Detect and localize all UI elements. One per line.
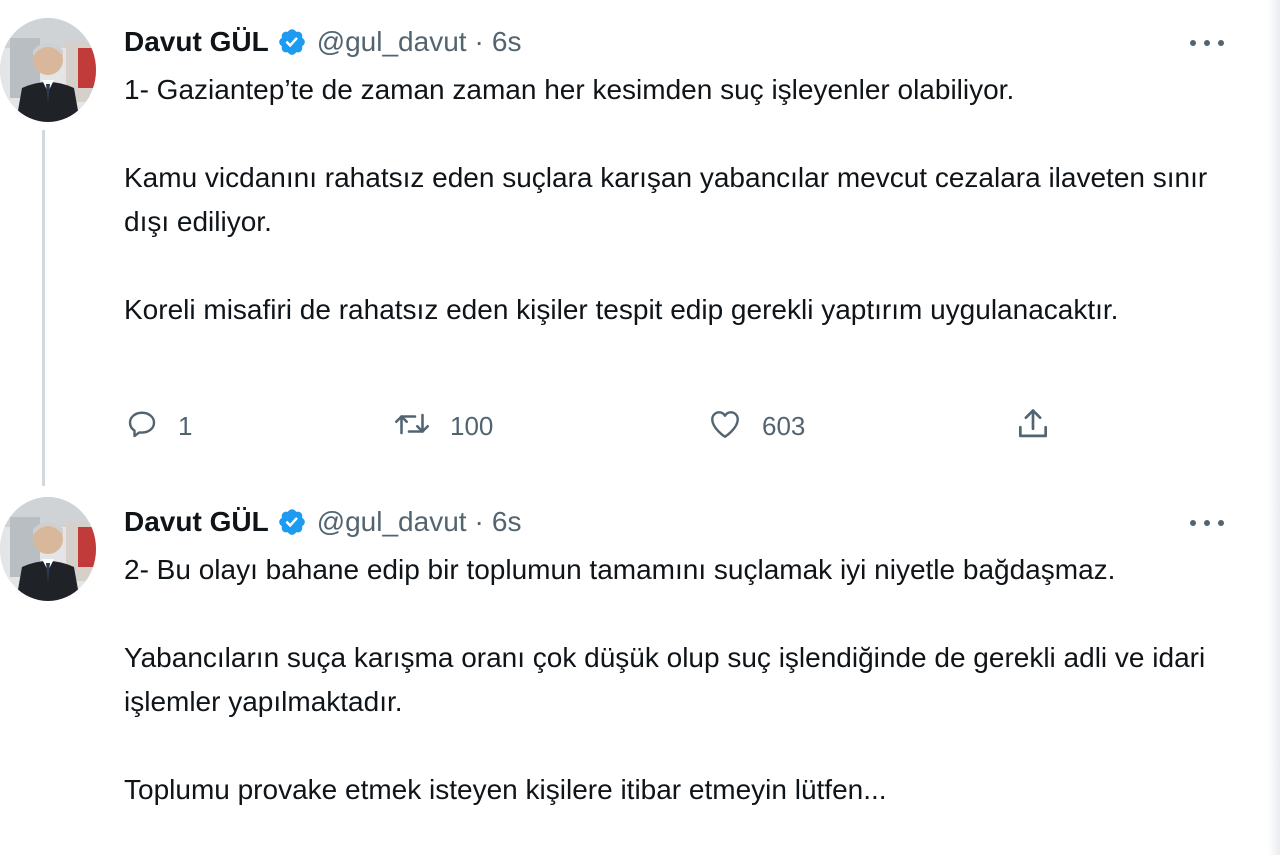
separator: · (474, 26, 484, 57)
timestamp[interactable]: 6s (492, 506, 522, 538)
tweet-paragraph: Koreli misafiri de rahatsız eden kişiler… (124, 294, 1119, 325)
tweet-text: 2- Bu olayı bahane edip bir toplumun tam… (124, 548, 1234, 812)
separator: · (474, 506, 484, 537)
tweet-header: Davut GÜL @gul_davut · 6s (124, 504, 521, 540)
avatar[interactable] (0, 497, 96, 601)
tweet-header: Davut GÜL @gul_davut · 6s (124, 24, 521, 60)
tweet-actions: 1 100 603 (124, 402, 1074, 452)
tweet-paragraph: 2- Bu olayı bahane edip bir toplumun tam… (124, 554, 1116, 585)
thread-line (42, 130, 45, 486)
display-name[interactable]: Davut GÜL (124, 26, 269, 58)
like-count: 603 (762, 410, 806, 441)
tweet-text: 1- Gaziantep’te de zaman zaman her kesim… (124, 68, 1234, 332)
display-name[interactable]: Davut GÜL (124, 506, 269, 538)
tweet-thread: Davut GÜL @gul_davut · 6s 1- Gaziantep’t… (0, 0, 1280, 855)
verified-badge-icon (277, 27, 307, 57)
reply-count: 1 (178, 410, 193, 441)
reply-button[interactable]: 1 (124, 402, 192, 450)
like-icon (706, 406, 744, 447)
like-button[interactable]: 603 (706, 402, 805, 450)
tweet-paragraph: 1- Gaziantep’te de zaman zaman her kesim… (124, 74, 1015, 105)
tweet[interactable]: Davut GÜL @gul_davut · 6s 2- Bu olayı ba… (0, 480, 1270, 855)
verified-badge-icon (277, 507, 307, 537)
retweet-button[interactable]: 100 (392, 402, 493, 450)
more-icon[interactable] (1190, 30, 1224, 56)
handle[interactable]: @gul_davut (317, 506, 467, 538)
avatar[interactable] (0, 18, 96, 122)
tweet-paragraph: Yabancıların suça karışma oranı çok düşü… (124, 642, 1206, 717)
tweet-paragraph: Kamu vicdanını rahatsız eden suçlara kar… (124, 162, 1208, 237)
more-icon[interactable] (1190, 510, 1224, 536)
retweet-count: 100 (450, 410, 494, 441)
tweet[interactable]: Davut GÜL @gul_davut · 6s 1- Gaziantep’t… (0, 0, 1270, 486)
share-icon (1014, 405, 1052, 448)
reply-icon (124, 406, 160, 447)
handle[interactable]: @gul_davut (317, 26, 467, 58)
window-edge (1268, 0, 1280, 855)
timestamp[interactable]: 6s (492, 26, 522, 58)
retweet-icon (392, 406, 432, 447)
tweet-paragraph: Toplumu provake etmek isteyen kişilere i… (124, 774, 887, 805)
share-button[interactable] (1014, 402, 1052, 450)
